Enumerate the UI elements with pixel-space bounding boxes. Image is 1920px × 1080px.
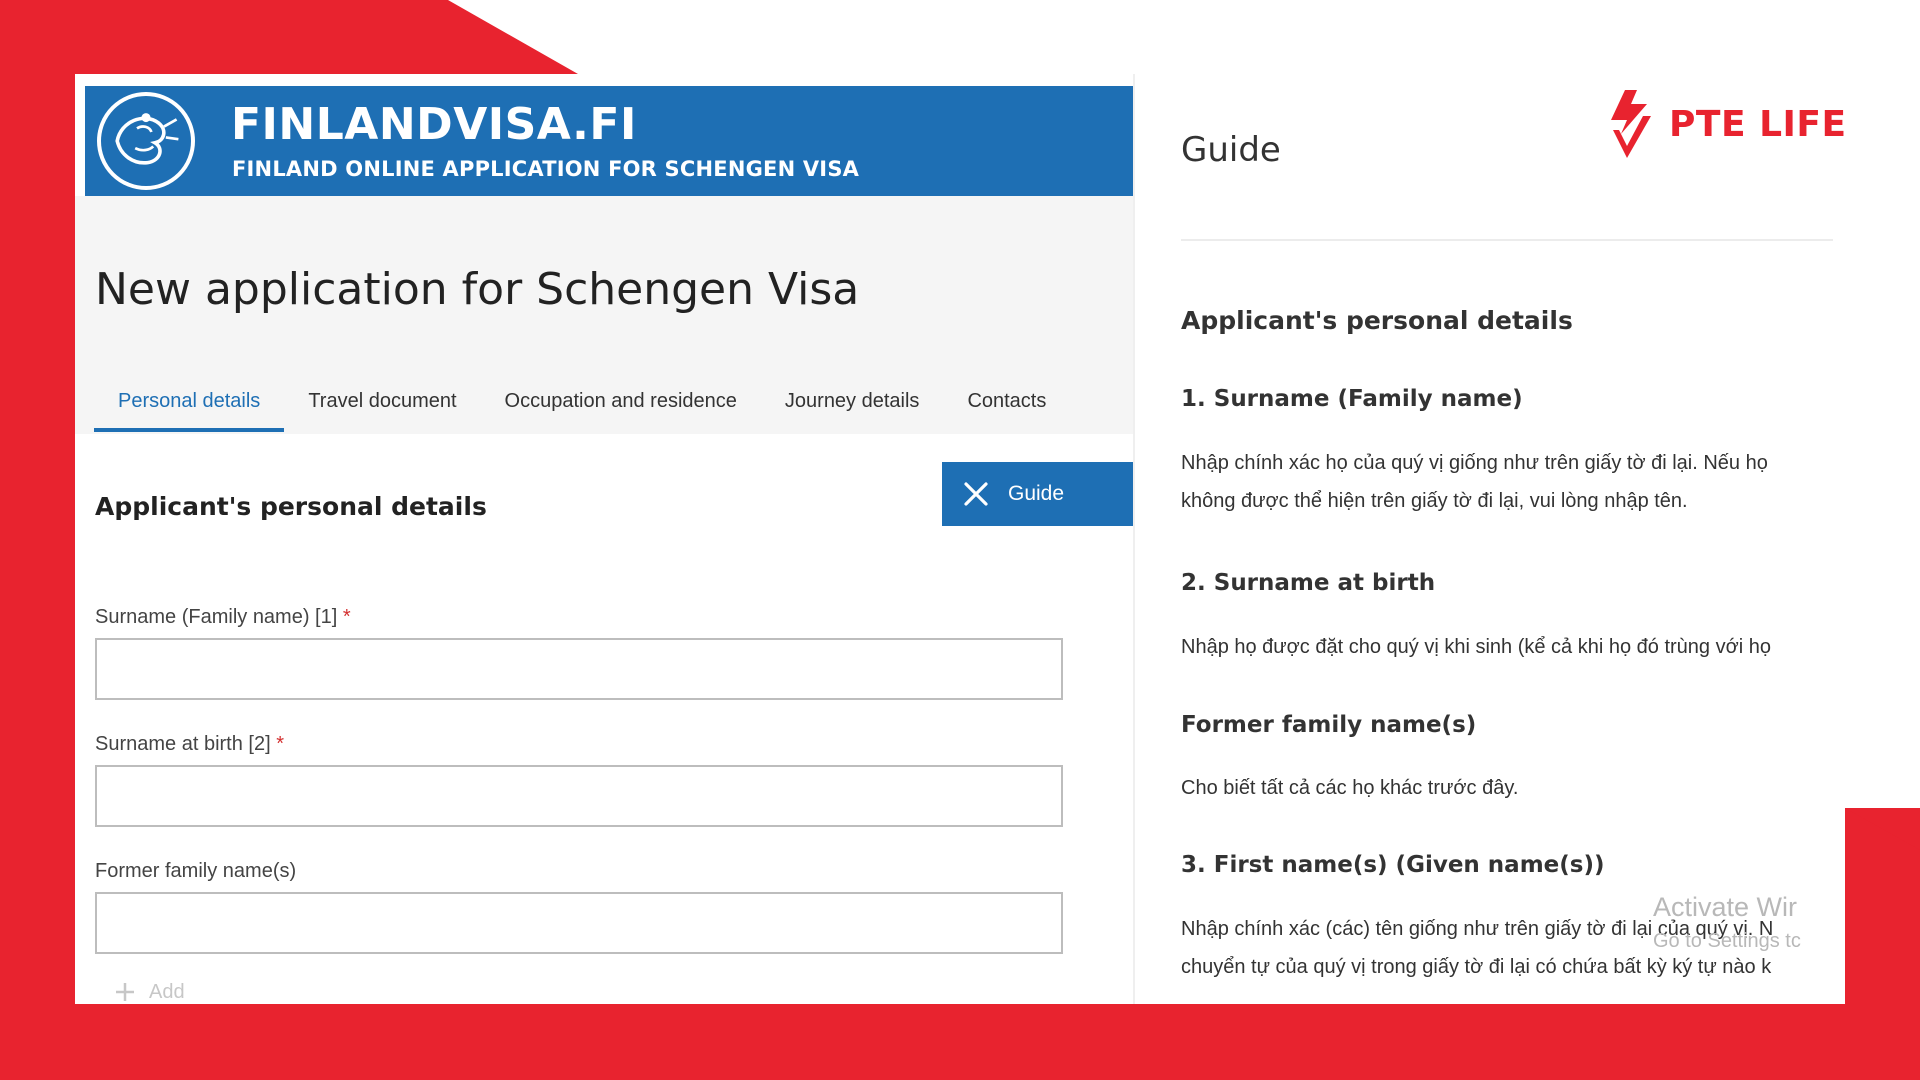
site-header: FINLANDVISA.FI FINLAND ONLINE APPLICATIO… <box>85 86 1133 196</box>
screenshot-panel: FINLANDVISA.FI FINLAND ONLINE APPLICATIO… <box>75 74 1845 1004</box>
guide-item-heading: 3. First name(s) (Given name(s)) <box>1181 852 1605 878</box>
tab-bar: Personal details Travel document Occupat… <box>94 384 1070 432</box>
surname-at-birth-input[interactable] <box>95 765 1063 827</box>
former-family-names-input[interactable] <box>95 892 1063 954</box>
plus-icon <box>116 983 134 1001</box>
surname-label: Surname (Family name) [1] * <box>95 606 351 629</box>
finland-crest-logo <box>97 92 195 190</box>
guide-toggle-button[interactable]: Guide <box>942 462 1133 526</box>
add-former-name-button[interactable]: Add <box>113 980 185 1004</box>
form-section-title: Applicant's personal details <box>95 492 487 521</box>
surname-input[interactable] <box>95 638 1063 700</box>
guide-title: Guide <box>1181 130 1281 170</box>
page-title: New application for Schengen Visa <box>95 264 860 315</box>
required-marker: * <box>276 733 285 755</box>
guide-item-text: không được thể hiện trên giấy tờ đi lại,… <box>1181 490 1688 512</box>
guide-item-text: chuyển tự của quý vị trong giấy tờ đi lạ… <box>1181 956 1772 978</box>
lion-icon <box>115 113 179 165</box>
title-band: New application for Schengen Visa Person… <box>75 196 1133 434</box>
activation-watermark-sub: Go to Settings tc <box>1653 930 1801 952</box>
tab-personal-details[interactable]: Personal details <box>94 384 285 432</box>
guide-section-title: Applicant's personal details <box>1181 306 1573 335</box>
guide-item-heading: 2. Surname at birth <box>1181 570 1436 596</box>
pte-life-logo: PTE LIFE <box>1605 86 1845 162</box>
guide-divider <box>1181 239 1833 241</box>
site-subtitle: FINLAND ONLINE APPLICATION FOR SCHENGEN … <box>232 157 860 181</box>
logo-text: PTE LIFE <box>1669 103 1845 145</box>
former-family-names-label: Former family name(s) <box>95 860 296 883</box>
guide-pane: Guide PTE LIFE Applicant's personal deta… <box>1133 74 1845 1004</box>
guide-item-text: Nhập họ được đặt cho quý vị khi sinh (kể… <box>1181 636 1771 658</box>
activation-watermark: Activate Wir <box>1653 892 1798 922</box>
guide-button-label: Guide <box>1008 482 1065 505</box>
required-marker: * <box>342 606 351 628</box>
site-title[interactable]: FINLANDVISA.FI <box>231 100 637 150</box>
close-icon <box>964 482 988 506</box>
guide-item-heading: 1. Surname (Family name) <box>1181 386 1523 412</box>
tab-journey-details[interactable]: Journey details <box>761 384 944 428</box>
tab-travel-document[interactable]: Travel document <box>284 384 480 428</box>
add-label: Add <box>149 980 185 1003</box>
tab-occupation-and-residence[interactable]: Occupation and residence <box>481 384 761 428</box>
guide-item-text: Nhập chính xác họ của quý vị giống như t… <box>1181 452 1768 474</box>
former-family-names-label-text: Former family name(s) <box>95 860 297 882</box>
surname-at-birth-label: Surname at birth [2] * <box>95 733 284 756</box>
pte-life-logo-icon <box>1611 90 1651 158</box>
surname-at-birth-label-text: Surname at birth [2] <box>95 733 271 755</box>
guide-item-text: Cho biết tất cả các họ khác trước đây. <box>1181 777 1519 799</box>
surname-label-text: Surname (Family name) [1] <box>95 606 338 628</box>
tab-contacts[interactable]: Contacts <box>943 384 1070 428</box>
application-form-pane: FINLANDVISA.FI FINLAND ONLINE APPLICATIO… <box>75 74 1133 1004</box>
guide-item-heading: Former family name(s) <box>1181 712 1477 738</box>
